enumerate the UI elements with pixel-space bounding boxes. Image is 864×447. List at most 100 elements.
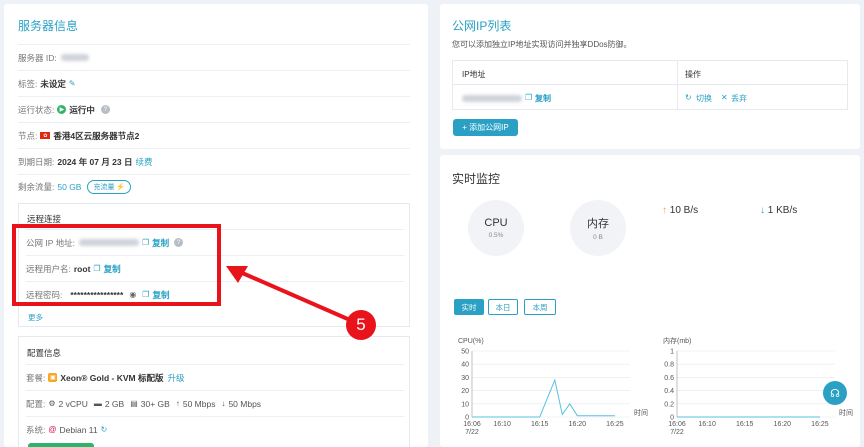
tag-label: 标签: — [18, 78, 38, 89]
recharge-button[interactable]: 充流量 ⚡ — [87, 179, 132, 194]
upload-speed-value: 10 B/s — [669, 205, 699, 216]
expiry-label: 到期日期: — [18, 156, 55, 167]
ip-table-header: IP地址 操作 — [453, 61, 847, 109]
ram-icon: ▬ — [93, 399, 102, 408]
bolt-icon: ⚡ — [114, 183, 126, 191]
x-tick-date: 7/22 — [465, 429, 479, 436]
debian-icon: @ — [48, 425, 57, 434]
memory-gauge-value: 0 B — [593, 234, 603, 241]
server-id-redacted — [60, 54, 89, 61]
status-value: 运行中 — [69, 104, 95, 115]
col-action: 操作 — [685, 70, 701, 79]
os-row: 系统: @ Debian 11 ↻ — [26, 416, 404, 442]
spec-label: 配置: — [26, 398, 46, 409]
y-axis-label: 内存(mb) — [663, 336, 691, 345]
disk-icon: ▤ — [130, 399, 138, 408]
node-value: 香港4区云服务器节点2 — [53, 130, 140, 141]
server-info-title: 服务器信息 — [18, 19, 79, 33]
server-id-row: 服务器 ID: — [18, 44, 410, 70]
x-tick-label: 16:25 — [811, 421, 829, 428]
annotation-highlight-box — [12, 224, 221, 306]
refresh-icon[interactable]: ↻ — [101, 425, 108, 434]
upload-arrow-icon: ↑ — [175, 399, 180, 408]
add-public-ip-button[interactable]: + 添加公网IP — [453, 119, 518, 136]
x-tick-label: 16:20 — [774, 421, 792, 428]
x-tick-label: 16:10 — [493, 421, 511, 428]
x-axis-label: 时间 — [634, 408, 648, 417]
edit-icon[interactable]: ✎ — [69, 79, 76, 88]
status-label: 运行状态: — [18, 104, 55, 115]
download-arrow-icon: ↓ — [760, 205, 765, 216]
os-value: Debian 11 — [59, 424, 98, 435]
spec-up-bandwidth: 50 Mbps — [182, 398, 216, 409]
expiry-value: 2024 年 07 月 23 日 — [57, 156, 133, 167]
discard-link[interactable]: 丢弃 — [731, 93, 747, 104]
support-button[interactable]: ☊ — [823, 381, 847, 405]
y-tick-label: 10 — [461, 401, 469, 408]
help-icon[interactable]: ? — [100, 105, 110, 114]
node-row: 节点: ✿ 香港4区云服务器节点2 — [18, 122, 410, 148]
cpu-gauge-title: CPU — [484, 217, 508, 229]
plan-icon: ▣ — [48, 373, 58, 382]
tag-row: 标签: 未设定 ✎ — [18, 70, 410, 96]
monitor-panel: 实时监控 CPU 0.5% 内存 0 B ↑ 10 B/s ↓ 1 KB/s 实… — [440, 155, 860, 447]
memory-gauge-title: 内存 — [587, 218, 609, 230]
cpu-chart: CPU(%)5040302010016:067/2216:10 16:15 16:2… — [458, 338, 648, 436]
x-tick-label: 16:15 — [736, 421, 754, 428]
tag-value: 未设定 — [40, 78, 66, 89]
y-tick-label: 50 — [461, 349, 469, 356]
memory-gauge: 内存 0 B — [570, 200, 626, 256]
more-link[interactable]: 更多 — [28, 312, 43, 323]
public-ip-panel: 公网IP列表 您可以添加独立IP地址实现访问并独享DDos防御。 IP地址 操作… — [440, 4, 860, 149]
x-tick-date: 7/22 — [670, 429, 684, 436]
tab-today[interactable]: 本日 — [488, 299, 518, 315]
x-tick-label: 16:20 — [569, 421, 587, 428]
x-axis-label: 时间 — [839, 408, 853, 417]
x-tick-label: 16:25 — [606, 421, 624, 428]
y-tick-label: 0.2 — [664, 401, 674, 408]
headset-icon: ☊ — [830, 387, 840, 400]
expiry-row: 到期日期: 2024 年 07 月 23 日 续费 — [18, 148, 410, 174]
copy-icon[interactable]: ❐ — [525, 93, 532, 102]
renew-link[interactable]: 续费 — [136, 156, 153, 168]
y-tick-label: 0.8 — [664, 362, 674, 369]
y-tick-label: 1 — [670, 349, 674, 356]
spec-down-bandwidth: 50 Mbps — [228, 398, 262, 409]
recharge-label: 充流量 — [93, 183, 115, 191]
upload-speed: ↑ 10 B/s — [662, 205, 698, 216]
upload-arrow-icon: ↑ — [662, 205, 667, 216]
config-section-title: 配置信息 — [27, 348, 62, 358]
plan-value: Xeon® Gold - KVM 标配版 — [60, 372, 164, 383]
public-ip-title: 公网IP列表 — [452, 19, 512, 33]
y-tick-label: 20 — [461, 388, 469, 395]
hk-flag-icon: ✿ — [40, 132, 51, 139]
x-tick-label: 16:10 — [698, 421, 716, 428]
public-ip-desc: 您可以添加独立IP地址实现访问并独享DDos防御。 — [452, 40, 632, 49]
download-speed-value: 1 KB/s — [767, 205, 798, 216]
col-ip: IP地址 — [462, 70, 486, 79]
traffic-row: 剩余流量: 50 GB 充流量 ⚡ — [18, 174, 410, 198]
x-tick-label: 16:06 — [463, 421, 481, 428]
y-tick-label: 0.6 — [664, 375, 674, 382]
annotation-number-badge: 5 — [346, 310, 376, 340]
ip-table-row: ❐ 复制 ↻ 切换 ✕ 丢弃 — [453, 86, 847, 110]
running-icon: ▶ — [57, 105, 67, 114]
discard-icon[interactable]: ✕ — [721, 93, 728, 102]
x-tick-label: 16:06 — [668, 421, 686, 428]
spec-disk: 30+ GB — [140, 398, 170, 409]
switch-icon[interactable]: ↻ — [685, 93, 692, 102]
switch-link[interactable]: 切换 — [696, 93, 712, 104]
bottom-action-button[interactable] — [28, 443, 94, 447]
x-tick-label: 16:15 — [531, 421, 549, 428]
traffic-label: 剩余流量: — [18, 181, 55, 192]
upgrade-link[interactable]: 升级 — [167, 372, 184, 384]
monitor-title: 实时监控 — [452, 172, 501, 186]
ip-table: IP地址 操作 ❐ 复制 ↻ 切换 ✕ 丢弃 — [452, 60, 848, 110]
spec-row: 配置: ⚙ 2 vCPU ▬ 2 GB ▤ 30+ GB ↑ 50 Mbps ↓ 50 M… — [26, 390, 404, 416]
tab-realtime[interactable]: 实时 — [454, 299, 484, 315]
public-ip-copy-link[interactable]: 复制 — [535, 93, 551, 104]
spec-ram: 2 GB — [104, 398, 125, 409]
public-ip-redacted — [462, 95, 522, 102]
cpu-icon: ⚙ — [48, 399, 56, 408]
tab-week[interactable]: 本周 — [524, 299, 556, 315]
